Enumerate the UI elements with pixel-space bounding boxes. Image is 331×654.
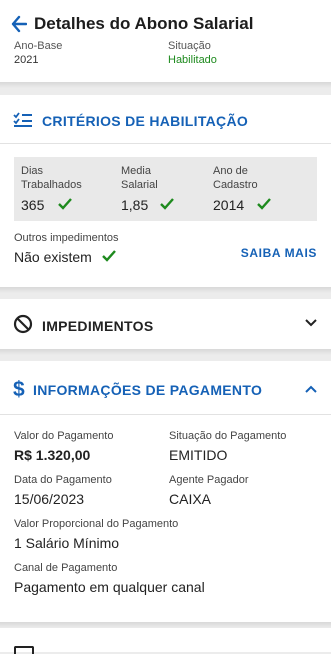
svg-text:$: $ [13, 378, 25, 400]
agente-label: Agente Pagador [169, 474, 249, 486]
section-shadow [0, 622, 331, 628]
outros-value: Não existem [14, 249, 92, 265]
section-shadow [0, 287, 331, 293]
divider [0, 143, 331, 144]
dollar-icon: $ [13, 378, 25, 400]
proporcional-value: 1 Salário Mínimo [14, 535, 120, 551]
check-icon [58, 198, 72, 210]
media-label: Media Salarial [121, 165, 158, 191]
check-icon [257, 198, 271, 210]
impedimentos-title: IMPEDIMENTOS [42, 318, 154, 334]
situacao-value: Habilitado [168, 54, 217, 66]
canal-label: Canal de Pagamento [14, 562, 118, 574]
criterios-grid: Dias Trabalhados 365 Media Salarial 1,85 A… [14, 157, 317, 221]
check-icon [160, 198, 174, 210]
block-icon [13, 314, 33, 334]
pagamento-title: INFORMAÇÕES DE PAGAMENTO [33, 382, 263, 398]
valor-value: R$ 1.320,00 [14, 447, 91, 463]
chevron-up-icon[interactable] [305, 385, 317, 393]
next-section [0, 632, 331, 654]
section-shadow [0, 349, 331, 355]
criterios-title: CRITÉRIOS DE HABILITAÇÃO [42, 113, 249, 129]
situacao-pagamento-value: EMITIDO [169, 447, 228, 463]
proporcional-label: Valor Proporcional do Pagamento [14, 518, 179, 530]
ano-base-value: 2021 [14, 54, 39, 66]
agente-value: CAIXA [169, 491, 212, 507]
impedimentos-section[interactable]: IMPEDIMENTOS [0, 299, 331, 349]
back-arrow-icon[interactable] [11, 14, 27, 34]
section-icon [14, 646, 34, 654]
divider [0, 414, 331, 415]
pagamento-section: $ INFORMAÇÕES DE PAGAMENTO Valor do Paga… [0, 361, 331, 647]
header: Detalhes do Abono Salarial Ano-Base 2021… [0, 0, 331, 82]
ano-cadastro-value: 2014 [213, 197, 245, 213]
check-icon [102, 250, 116, 262]
ano-base-label: Ano-Base [14, 40, 63, 52]
criterios-section: CRITÉRIOS DE HABILITAÇÃO Dias Trabalhados… [0, 95, 331, 287]
page-title: Detalhes do Abono Salarial [34, 14, 254, 33]
data-value: 15/06/2023 [14, 491, 85, 507]
outros-label: Outros impedimentos [14, 232, 119, 244]
media-value: 1,85 [121, 197, 149, 213]
ano-cadastro-label: Ano de Cadastro [213, 165, 258, 191]
valor-label: Valor do Pagamento [14, 430, 114, 442]
canal-value: Pagamento em qualquer canal [14, 579, 205, 595]
chevron-down-icon[interactable] [305, 319, 317, 327]
situacao-label: Situação [168, 40, 211, 52]
dias-label: Dias Trabalhados [21, 165, 82, 191]
header-shadow [0, 82, 331, 88]
data-label: Data do Pagamento [14, 474, 112, 486]
dias-value: 365 [21, 197, 45, 213]
checklist-icon [13, 112, 32, 127]
saiba-mais-link[interactable]: SAIBA MAIS [241, 246, 317, 260]
situacao-pagamento-label: Situação do Pagamento [169, 430, 287, 442]
